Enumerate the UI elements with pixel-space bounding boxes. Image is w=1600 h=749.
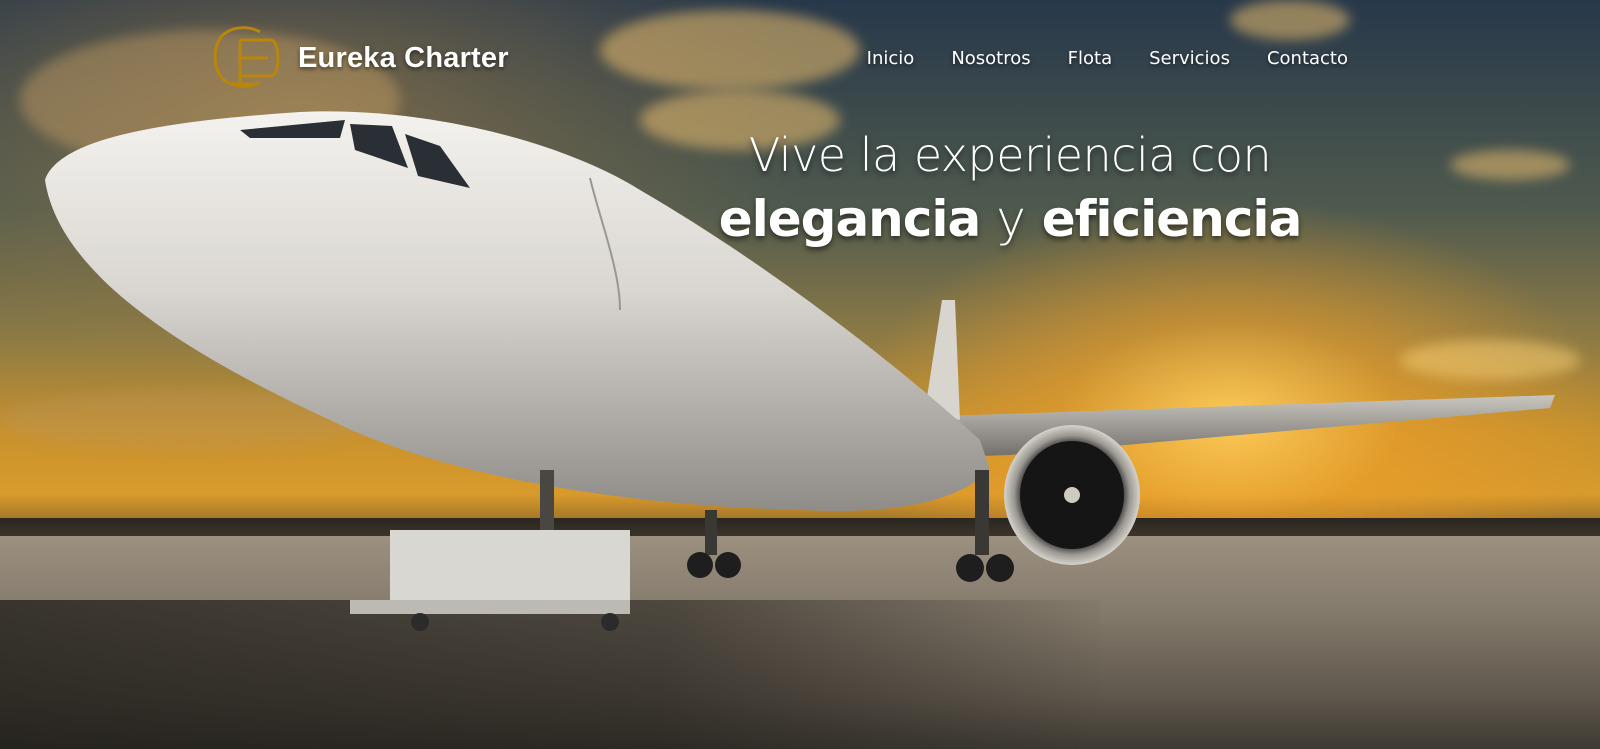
nav-contacto[interactable]: Contacto [1267, 48, 1348, 69]
nav-flota[interactable]: Flota [1068, 48, 1112, 69]
logo-link[interactable]: Eureka Charter [210, 24, 509, 92]
headline-conjunction: y [996, 190, 1026, 248]
headline-word-eficiencia: eficiencia [1041, 190, 1303, 248]
brand-name: Eureka Charter [298, 41, 509, 74]
headline-word-elegancia: elegancia [718, 190, 982, 248]
hero-headline: Vive la experiencia con elegancia y efic… [700, 128, 1320, 248]
hero-section: Eureka Charter Inicio Nosotros Flota Ser… [0, 0, 1600, 749]
nav-inicio[interactable]: Inicio [867, 48, 915, 69]
headline-line-2: elegancia y eficiencia [700, 190, 1320, 248]
headline-line-1: Vive la experiencia con [748, 128, 1272, 182]
main-nav: Inicio Nosotros Flota Servicios Contacto [867, 48, 1348, 69]
ec-monogram-logo-icon [213, 26, 280, 88]
nav-nosotros[interactable]: Nosotros [951, 48, 1030, 69]
nav-servicios[interactable]: Servicios [1149, 48, 1230, 69]
site-header: Eureka Charter Inicio Nosotros Flota Ser… [0, 0, 1600, 120]
